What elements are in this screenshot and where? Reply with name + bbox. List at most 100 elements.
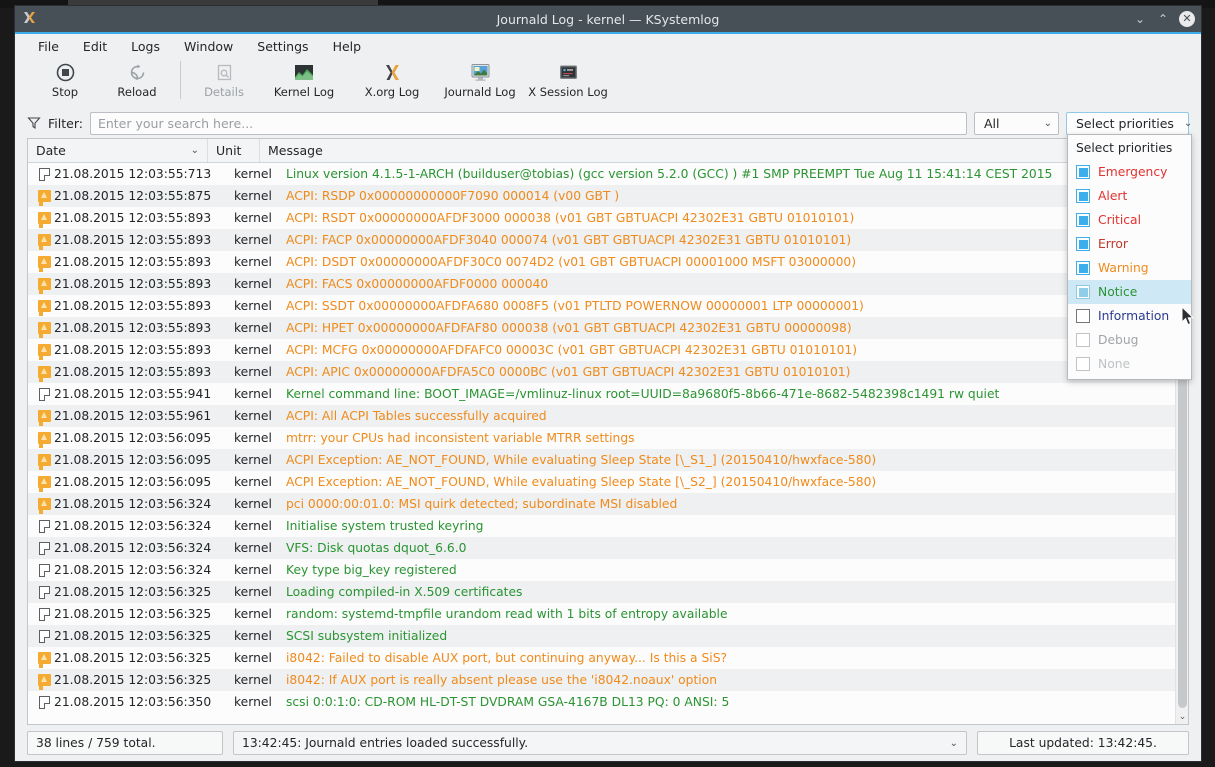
column-filter-dropdown[interactable]: All ⌄ <box>974 111 1059 135</box>
cell-message: Key type big_key registered <box>286 563 457 577</box>
table-row[interactable]: 21.08.2015 12:03:56:325 kernel Loading com… <box>28 581 1188 603</box>
table-row[interactable]: 21.08.2015 12:03:55:961 kernel ACPI: All A… <box>28 405 1188 427</box>
priority-item-alert[interactable]: Alert <box>1068 184 1191 208</box>
menu-logs[interactable]: Logs <box>120 36 171 57</box>
table-row[interactable]: 21.08.2015 12:03:56:325 kernel i8042: If A… <box>28 669 1188 691</box>
cell-date: 21.08.2015 12:03:55:893 <box>54 365 212 379</box>
warning-bubble-icon <box>28 190 54 206</box>
ksystemlog-window: Journald Log - kernel — KSystemlog ⌄ ⌃ ✕… <box>14 5 1202 762</box>
column-header-date[interactable]: Date ⌄ <box>28 139 208 162</box>
priority-item-debug[interactable]: Debug <box>1068 328 1191 352</box>
search-input[interactable] <box>89 111 967 135</box>
warning-bubble-icon <box>28 476 54 492</box>
priority-checkbox[interactable] <box>1076 357 1090 371</box>
document-icon <box>28 629 54 643</box>
warning-bubble-icon <box>28 234 54 250</box>
cell-unit: kernel <box>234 387 272 401</box>
table-row[interactable]: 21.08.2015 12:03:55:893 kernel ACPI: DSDT … <box>28 251 1188 273</box>
maximize-button[interactable]: ⌃ <box>1156 12 1170 26</box>
toolbar-xorg-log-button[interactable]: X.org Log <box>348 58 436 99</box>
priority-checkbox[interactable] <box>1076 237 1090 251</box>
column-header-unit[interactable]: Unit <box>208 139 260 162</box>
document-icon <box>28 541 54 555</box>
toolbar-details-button[interactable]: Details <box>188 58 260 99</box>
priority-checkbox[interactable] <box>1076 333 1090 347</box>
cell-date: 21.08.2015 12:03:55:961 <box>54 409 212 423</box>
select-priorities-dropdown[interactable]: Select priorities ⌄ <box>1066 111 1193 135</box>
table-row[interactable]: 21.08.2015 12:03:55:893 kernel ACPI: FACP … <box>28 229 1188 251</box>
cell-unit: kernel <box>234 541 272 555</box>
table-body[interactable]: 21.08.2015 12:03:55:713 kernel Linux versi… <box>28 163 1188 724</box>
table-row[interactable]: 21.08.2015 12:03:56:325 kernel i8042: Fail… <box>28 647 1188 669</box>
priority-item-critical[interactable]: Critical <box>1068 208 1191 232</box>
filter-icon <box>27 116 41 130</box>
toolbar-reload-button[interactable]: Reload <box>101 58 173 99</box>
scroll-down-arrow-icon[interactable]: ⌄ <box>1176 710 1188 724</box>
table-row[interactable]: 21.08.2015 12:03:56:095 kernel ACPI Except… <box>28 449 1188 471</box>
cell-message: SCSI subsystem initialized <box>286 629 448 643</box>
toolbar-journald-log-button[interactable]: Journald Log <box>436 58 524 99</box>
table-row[interactable]: 21.08.2015 12:03:56:095 kernel mtrr: your … <box>28 427 1188 449</box>
filter-bar: Filter: All ⌄ Select priorities ⌄ <box>15 108 1201 138</box>
warning-bubble-icon <box>28 300 54 316</box>
menu-window[interactable]: Window <box>173 36 244 57</box>
close-button[interactable]: ✕ <box>1179 11 1195 27</box>
priority-checkbox[interactable] <box>1076 285 1090 299</box>
select-priorities-menu[interactable]: Select priorities Emergency Alert Critical… <box>1067 134 1192 380</box>
table-row[interactable]: 21.08.2015 12:03:55:941 kernel Kernel comm… <box>28 383 1188 405</box>
toolbar-stop-button[interactable]: Stop <box>29 58 101 99</box>
table-row[interactable]: 21.08.2015 12:03:56:325 kernel SCSI subsys… <box>28 625 1188 647</box>
priority-item-none[interactable]: None <box>1068 352 1191 376</box>
menu-help[interactable]: Help <box>322 36 373 57</box>
priority-checkbox[interactable] <box>1076 309 1090 323</box>
cell-unit: kernel <box>234 211 272 225</box>
priority-item-notice[interactable]: Notice <box>1068 280 1191 304</box>
cell-date: 21.08.2015 12:03:56:324 <box>54 519 212 533</box>
table-row[interactable]: 21.08.2015 12:03:55:893 kernel ACPI: HPET … <box>28 317 1188 339</box>
priority-item-emergency[interactable]: Emergency <box>1068 160 1191 184</box>
cell-message: i8042: Failed to disable AUX port, but c… <box>286 651 728 665</box>
toolbar-kernel-log-button[interactable]: Kernel Log <box>260 58 348 99</box>
reload-icon <box>128 61 147 83</box>
menu-settings[interactable]: Settings <box>246 36 319 57</box>
toolbar-xorg-log-label: X.org Log <box>364 85 420 99</box>
column-header-message-label: Message <box>268 143 323 158</box>
menu-file[interactable]: File <box>27 36 70 57</box>
priority-item-warning[interactable]: Warning <box>1068 256 1191 280</box>
mouse-cursor <box>1181 305 1195 331</box>
table-row[interactable]: 21.08.2015 12:03:55:875 kernel ACPI: RSDP … <box>28 185 1188 207</box>
toolbar: Stop Reload Details Kernel Log X.org Log… <box>15 58 1201 108</box>
priority-item-information[interactable]: Information <box>1068 304 1191 328</box>
table-row[interactable]: 21.08.2015 12:03:55:893 kernel ACPI: FACS … <box>28 273 1188 295</box>
table-row[interactable]: 21.08.2015 12:03:55:893 kernel ACPI: APIC … <box>28 361 1188 383</box>
stop-icon <box>56 61 75 83</box>
menu-edit[interactable]: Edit <box>72 36 118 57</box>
minimize-button[interactable]: ⌄ <box>1133 12 1147 26</box>
priority-item-error[interactable]: Error <box>1068 232 1191 256</box>
table-row[interactable]: 21.08.2015 12:03:56:324 kernel pci 0000:00… <box>28 493 1188 515</box>
status-message-dropdown[interactable]: 13:42:45: Journald entries loaded succes… <box>233 731 967 755</box>
toolbar-x-session-log-button[interactable]: X Session Log <box>524 58 612 99</box>
table-row[interactable]: 21.08.2015 12:03:56:350 kernel scsi 0:0:1:… <box>28 691 1188 713</box>
toolbar-x-session-log-label: X Session Log <box>528 85 608 99</box>
chevron-down-icon: ⌄ <box>1183 117 1193 129</box>
cell-unit: kernel <box>234 431 272 445</box>
table-row[interactable]: 21.08.2015 12:03:55:893 kernel ACPI: SSDT … <box>28 295 1188 317</box>
table-row[interactable]: 21.08.2015 12:03:56:324 kernel Key type bi… <box>28 559 1188 581</box>
chevron-down-icon: ⌄ <box>949 737 958 749</box>
priority-label: Critical <box>1098 213 1142 227</box>
priority-checkbox[interactable] <box>1076 261 1090 275</box>
table-row[interactable]: 21.08.2015 12:03:56:324 kernel Initialise … <box>28 515 1188 537</box>
priority-checkbox[interactable] <box>1076 213 1090 227</box>
table-row[interactable]: 21.08.2015 12:03:55:713 kernel Linux versi… <box>28 163 1188 185</box>
table-row[interactable]: 21.08.2015 12:03:55:893 kernel ACPI: RSDT … <box>28 207 1188 229</box>
column-header-unit-label: Unit <box>216 143 242 158</box>
table-row[interactable]: 21.08.2015 12:03:55:893 kernel ACPI: MCFG … <box>28 339 1188 361</box>
priority-checkbox[interactable] <box>1076 189 1090 203</box>
cell-unit: kernel <box>234 343 272 357</box>
table-row[interactable]: 21.08.2015 12:03:56:325 kernel random: sys… <box>28 603 1188 625</box>
column-header-message[interactable]: Message <box>260 139 1188 162</box>
priority-checkbox[interactable] <box>1076 165 1090 179</box>
table-row[interactable]: 21.08.2015 12:03:56:095 kernel ACPI Except… <box>28 471 1188 493</box>
table-row[interactable]: 21.08.2015 12:03:56:324 kernel VFS: Disk q… <box>28 537 1188 559</box>
